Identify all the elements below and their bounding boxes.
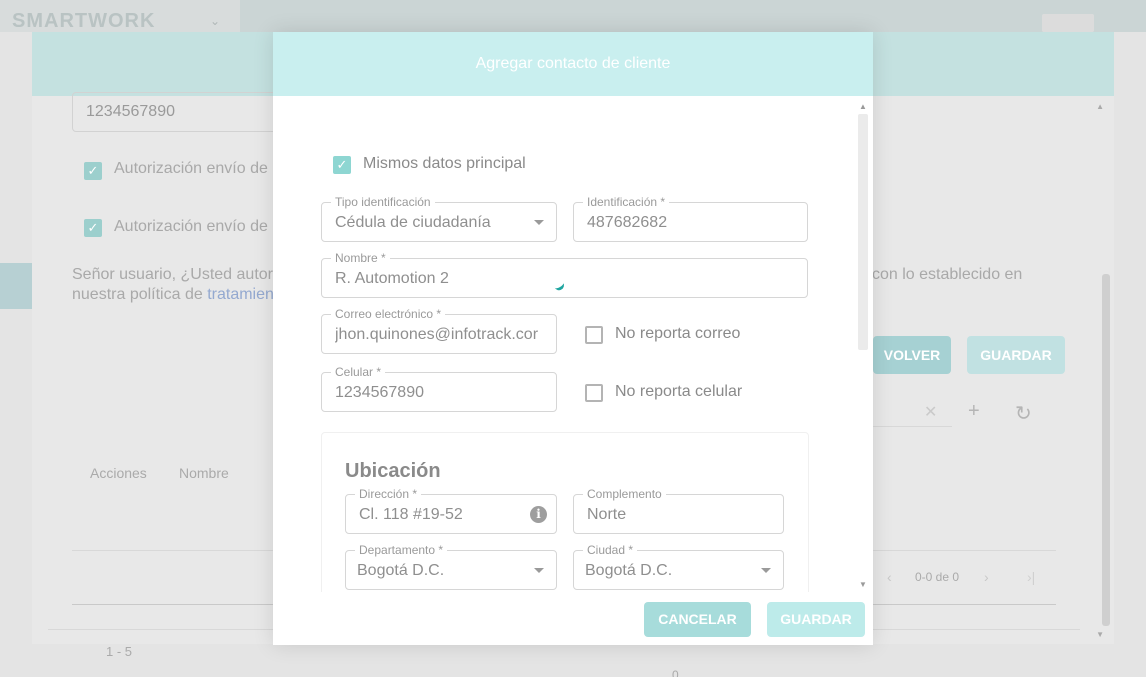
scroll-up-icon[interactable]: ▲ xyxy=(1096,102,1104,111)
name-field[interactable]: Nombre * R. Automotion 2 xyxy=(321,251,808,298)
background-auth-email-label: Autorización envío de c xyxy=(114,160,281,177)
address-value: Cl. 118 #19-52 xyxy=(359,506,463,523)
chevron-down-icon[interactable]: ⌄ xyxy=(210,14,220,28)
address-field[interactable]: Dirección * Cl. 118 #19-52 i xyxy=(345,487,557,534)
city-select[interactable]: Ciudad * Bogotá D.C. xyxy=(573,543,784,590)
complement-label: Complemento xyxy=(583,487,666,501)
mobile-label: Celular * xyxy=(331,365,386,379)
no-email-checkbox[interactable] xyxy=(585,326,603,344)
table-header-actions: Acciones xyxy=(90,465,147,481)
background-auth-email-checkbox[interactable]: ✓ xyxy=(84,162,102,180)
policy-link[interactable]: tratamien xyxy=(207,286,274,303)
complement-value: Norte xyxy=(587,506,627,523)
refresh-icon[interactable]: ↻ xyxy=(1015,401,1032,426)
id-type-select[interactable]: Tipo identificación Cédula de ciudadanía xyxy=(321,195,557,242)
dialog-scrollbar-thumb[interactable] xyxy=(858,114,868,350)
cancel-button[interactable]: CANCELAR xyxy=(644,602,751,637)
add-client-contact-dialog: Agregar contacto de cliente ✓ Mismos dat… xyxy=(273,32,873,645)
mobile-value: 1234567890 xyxy=(335,384,424,401)
mobile-field[interactable]: Celular * 1234567890 xyxy=(321,365,557,412)
language-flag-icon[interactable] xyxy=(1042,14,1094,32)
name-label: Nombre * xyxy=(331,251,390,265)
location-title: Ubicación xyxy=(345,460,441,482)
add-icon[interactable]: + xyxy=(968,400,980,423)
background-search-underline xyxy=(862,426,952,427)
last-page-icon[interactable]: ›| xyxy=(1027,569,1035,585)
name-value: R. Automotion 2 xyxy=(335,270,449,287)
email-label: Correo electrónico * xyxy=(331,307,446,321)
background-scrollbar[interactable]: ▲ ▼ xyxy=(1096,102,1110,642)
footer-count: 0 xyxy=(672,668,679,677)
dropdown-arrow-icon[interactable] xyxy=(761,568,771,573)
city-label: Ciudad * xyxy=(583,543,638,557)
department-select[interactable]: Departamento * Bogotá D.C. xyxy=(345,543,557,590)
save-button[interactable]: GUARDAR xyxy=(767,602,865,637)
id-type-value: Cédula de ciudadanía xyxy=(335,214,491,231)
city-value: Bogotá D.C. xyxy=(585,562,673,579)
dialog-title: Agregar contacto de cliente xyxy=(273,32,873,96)
background-auth-sms-checkbox[interactable]: ✓ xyxy=(84,219,102,237)
address-label: Dirección * xyxy=(355,487,422,501)
info-icon[interactable]: i xyxy=(530,506,547,523)
department-label: Departamento * xyxy=(355,543,448,557)
no-mobile-checkbox[interactable] xyxy=(585,384,603,402)
email-value: jhon.quinones@infotrack.cor xyxy=(335,326,539,343)
next-page-icon[interactable]: › xyxy=(984,569,989,585)
no-email-label: No reporta correo xyxy=(615,325,741,342)
prev-page-icon[interactable]: ‹ xyxy=(887,569,892,585)
dropdown-arrow-icon[interactable] xyxy=(534,220,544,225)
dialog-scrollbar[interactable]: ▲ ▼ xyxy=(857,102,869,590)
pagination-range: 0-0 de 0 xyxy=(915,570,960,584)
clear-icon[interactable]: ✕ xyxy=(924,402,937,422)
email-field[interactable]: Correo electrónico * jhon.quinones@infot… xyxy=(321,307,557,354)
scroll-up-icon[interactable]: ▲ xyxy=(859,102,867,111)
background-notice-line1-end: con lo establecido en xyxy=(872,266,1023,283)
background-save-button[interactable]: GUARDAR xyxy=(967,336,1065,374)
department-value: Bogotá D.C. xyxy=(357,562,445,579)
id-number-field[interactable]: Identificación * 487682682 xyxy=(573,195,808,242)
background-scrollbar-thumb[interactable] xyxy=(1102,274,1110,626)
scroll-down-icon[interactable]: ▼ xyxy=(1096,630,1104,639)
app-logo: SMARTWORK xyxy=(12,10,156,32)
no-mobile-label: No reporta celular xyxy=(615,383,743,400)
background-back-button[interactable]: VOLVER xyxy=(873,336,951,374)
table-header-name: Nombre xyxy=(179,465,229,481)
dropdown-arrow-icon[interactable] xyxy=(534,568,544,573)
background-notice-line1: Señor usuario, ¿Usted autori xyxy=(72,266,277,283)
same-data-checkbox[interactable]: ✓ xyxy=(333,156,351,174)
id-type-label: Tipo identificación xyxy=(331,195,435,209)
scroll-down-icon[interactable]: ▼ xyxy=(859,580,867,589)
id-number-value: 487682682 xyxy=(587,214,668,231)
background-auth-sms-label: Autorización envío de i xyxy=(114,218,276,235)
id-number-label: Identificación * xyxy=(583,195,670,209)
background-notice-line2: nuestra política de tratamien xyxy=(72,286,274,303)
app-topbar: SMARTWORK ⌄ xyxy=(0,0,1146,32)
topbar-right xyxy=(240,0,1146,32)
same-data-label: Mismos datos principal xyxy=(363,155,526,172)
footer-range: 1 - 5 xyxy=(106,644,133,659)
complement-field[interactable]: Complemento Norte xyxy=(573,487,784,534)
side-tab[interactable] xyxy=(0,263,32,309)
